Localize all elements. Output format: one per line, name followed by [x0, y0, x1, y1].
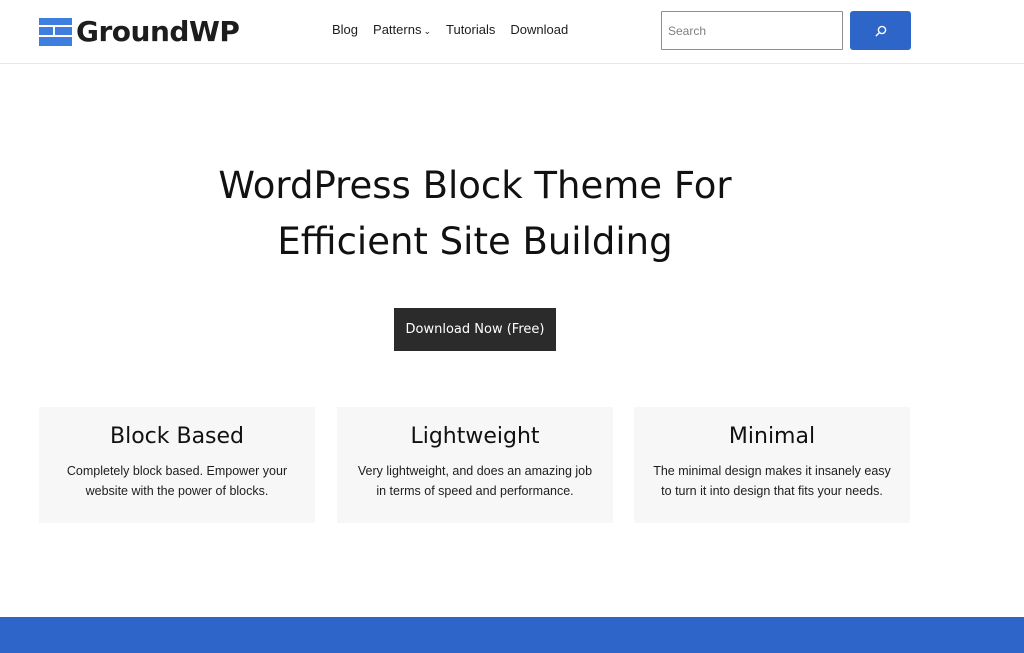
site-logo[interactable]: GroundWP: [39, 15, 240, 48]
feature-description-line: to turn it into design that fits your ne…: [661, 484, 883, 498]
hero-title-line-2: Efficient Site Building: [277, 220, 673, 263]
download-now-button[interactable]: Download Now (Free): [394, 308, 556, 351]
feature-description: Completely block based. Empower your web…: [57, 461, 297, 501]
feature-card-block-based: Block Based Completely block based. Empo…: [39, 407, 315, 523]
hero-title: WordPress Block Theme For Efficient Site…: [150, 158, 800, 270]
search-input[interactable]: [661, 11, 843, 50]
logo-text: GroundWP: [76, 15, 240, 48]
feature-card-minimal: Minimal The minimal design makes it insa…: [634, 407, 910, 523]
nav-item-patterns[interactable]: Patterns ⌄: [373, 22, 431, 37]
footer-band: [0, 617, 1024, 653]
feature-description-line: Completely block based. Empower your: [66, 464, 288, 478]
feature-title: Minimal: [728, 424, 816, 449]
nav-item-blog[interactable]: Blog: [332, 22, 358, 37]
hero-title-line-1: WordPress Block Theme For: [218, 164, 732, 207]
feature-description-line: Very lightweight, and does an amazing jo…: [357, 464, 593, 478]
feature-description: The minimal design makes it insanely eas…: [652, 461, 892, 501]
search-icon: [875, 25, 886, 37]
nav-item-download[interactable]: Download: [510, 22, 568, 37]
feature-title: Lightweight: [410, 424, 540, 449]
search-button[interactable]: [850, 11, 911, 50]
main-nav: Blog Patterns ⌄ Tutorials Download: [332, 22, 583, 37]
feature-card-lightweight: Lightweight Very lightweight, and does a…: [337, 407, 613, 523]
feature-description-line: in terms of speed and performance.: [376, 484, 574, 498]
feature-title: Block Based: [109, 424, 245, 449]
features-section: Block Based Completely block based. Empo…: [39, 407, 911, 523]
logo-bricks-icon: [39, 17, 72, 46]
site-header: GroundWP Blog Patterns ⌄ Tutorials Downlo…: [0, 0, 1024, 64]
nav-item-patterns-label: Patterns: [373, 22, 422, 37]
feature-description-line: website with the power of blocks.: [85, 484, 269, 498]
feature-description: Very lightweight, and does an amazing jo…: [355, 461, 595, 501]
chevron-down-icon: ⌄: [423, 26, 431, 36]
nav-item-tutorials[interactable]: Tutorials: [446, 22, 495, 37]
feature-description-line: The minimal design makes it insanely eas…: [653, 464, 891, 478]
